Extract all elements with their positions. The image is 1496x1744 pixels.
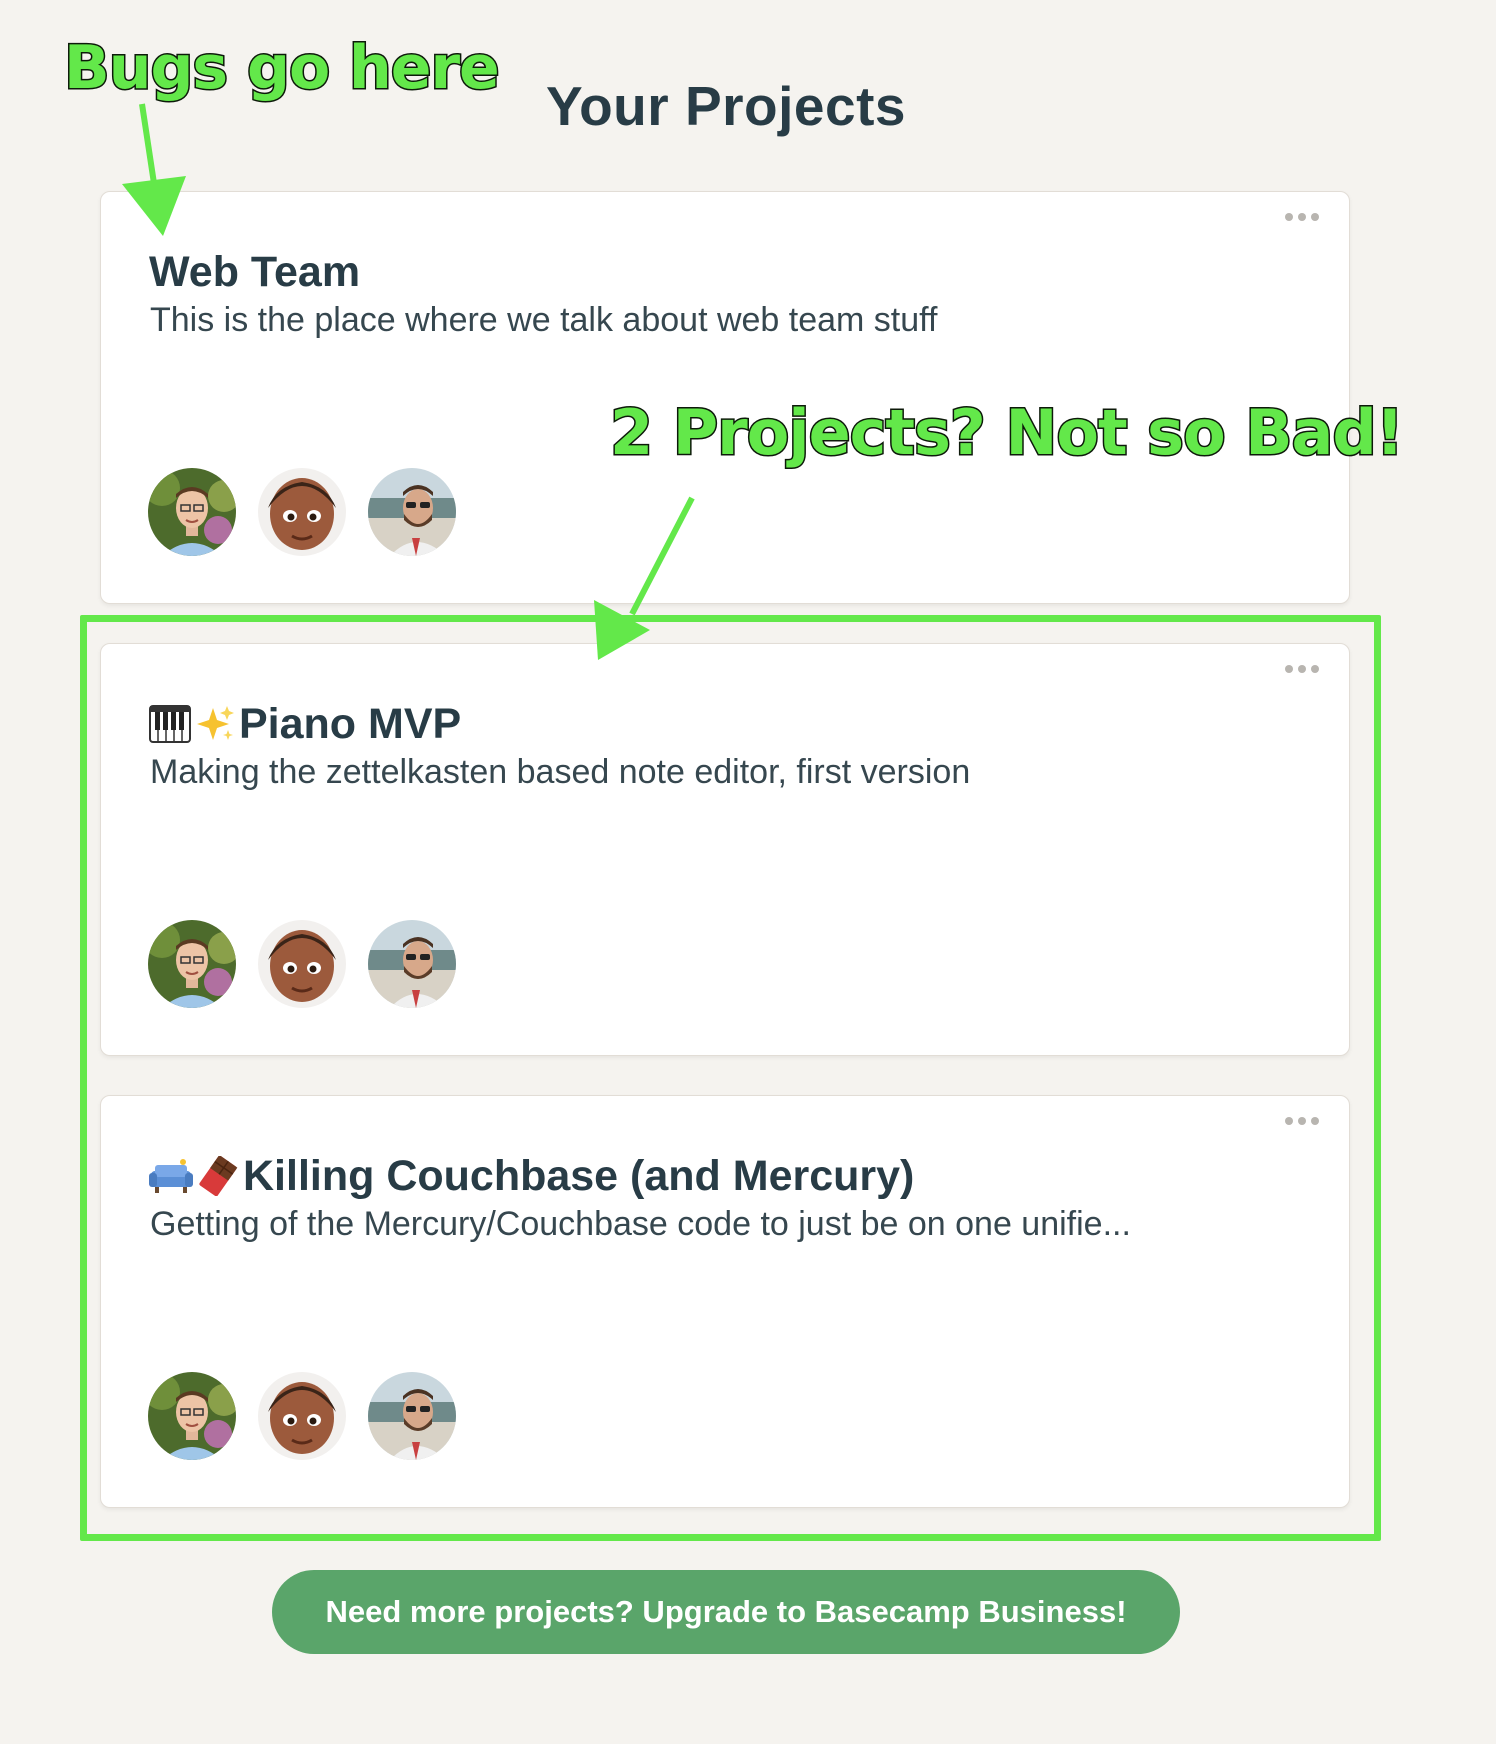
sparkles-icon bbox=[197, 706, 234, 740]
avatar-person-2[interactable] bbox=[258, 920, 346, 1008]
annotation-projects-label: 2 Projects? Not so Bad! bbox=[608, 396, 1405, 469]
upgrade-button[interactable]: Need more projects? Upgrade to Basecamp … bbox=[272, 1570, 1180, 1654]
ellipsis-icon[interactable] bbox=[1285, 1114, 1319, 1128]
project-title-text[interactable]: Piano MVP bbox=[239, 696, 461, 752]
member-avatars bbox=[148, 468, 456, 556]
avatar-person-3[interactable] bbox=[368, 468, 456, 556]
member-avatars bbox=[148, 1372, 456, 1460]
chocolate-bar-icon bbox=[199, 1156, 238, 1196]
project-card-piano-mvp[interactable]: Piano MVP Making the zettelkasten based … bbox=[100, 643, 1350, 1056]
project-description: Getting of the Mercury/Couchbase code to… bbox=[150, 1205, 1131, 1243]
avatar-person-3[interactable] bbox=[368, 920, 456, 1008]
annotation-bugs-label: Bugs go here bbox=[63, 33, 502, 103]
member-avatars bbox=[148, 920, 456, 1008]
couch-icon bbox=[149, 1159, 193, 1193]
avatar-person-1[interactable] bbox=[148, 920, 236, 1008]
title-emoji bbox=[149, 704, 235, 744]
avatar-person-1[interactable] bbox=[148, 1372, 236, 1460]
avatar-person-1[interactable] bbox=[148, 468, 236, 556]
ellipsis-icon[interactable] bbox=[1285, 662, 1319, 676]
project-title[interactable]: Killing Couchbase (and Mercury) bbox=[149, 1148, 914, 1204]
project-card-killing-couchbase[interactable]: Killing Couchbase (and Mercury) Getting … bbox=[100, 1095, 1350, 1508]
avatar-person-3[interactable] bbox=[368, 1372, 456, 1460]
project-title-text[interactable]: Killing Couchbase (and Mercury) bbox=[243, 1148, 914, 1204]
ellipsis-icon[interactable] bbox=[1285, 210, 1319, 224]
avatar-person-2[interactable] bbox=[258, 468, 346, 556]
avatar-person-2[interactable] bbox=[258, 1372, 346, 1460]
piano-keys-icon bbox=[149, 705, 191, 743]
project-title-text[interactable]: Web Team bbox=[149, 244, 360, 300]
project-description: Making the zettelkasten based note edito… bbox=[150, 753, 971, 791]
project-title[interactable]: Piano MVP bbox=[149, 696, 461, 752]
project-title[interactable]: Web Team bbox=[149, 244, 360, 300]
project-description: This is the place where we talk about we… bbox=[150, 301, 938, 339]
title-emoji bbox=[149, 1156, 239, 1196]
